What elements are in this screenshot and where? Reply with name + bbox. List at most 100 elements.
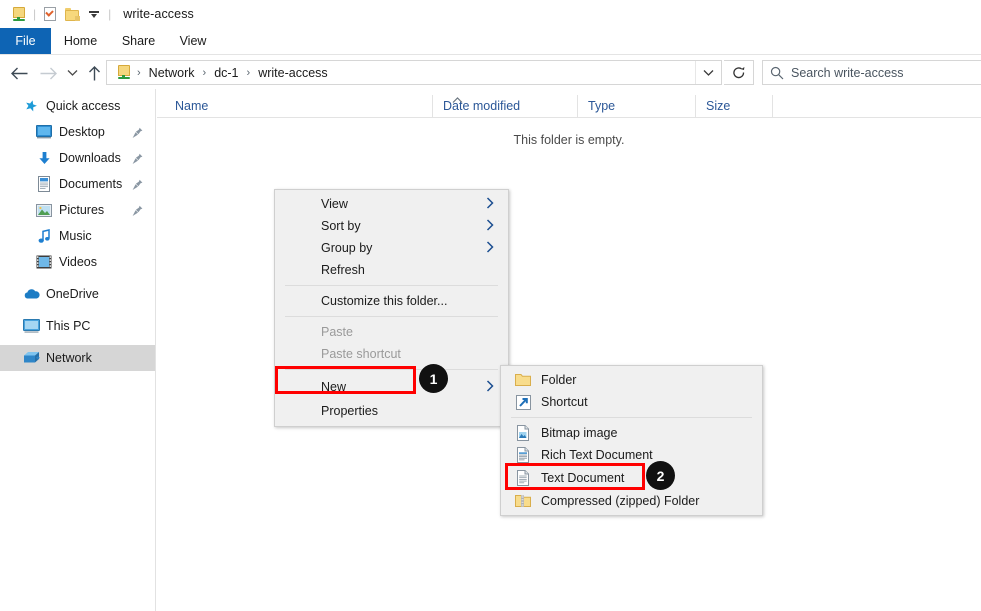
- network-icon: [20, 351, 42, 365]
- breadcrumb-item-write-access[interactable]: write-access: [255, 66, 330, 80]
- sidebar-label: Downloads: [59, 151, 121, 165]
- sidebar-item-music[interactable]: Music: [0, 223, 155, 249]
- submenu-item-shortcut[interactable]: Shortcut: [501, 391, 762, 413]
- star-pin-icon: [20, 99, 42, 114]
- empty-folder-message: This folder is empty.: [513, 133, 625, 147]
- text-document-icon: [515, 470, 531, 486]
- downloads-icon: [33, 151, 55, 166]
- context-menu-item-customize-this-folder[interactable]: Customize this folder...: [275, 290, 508, 312]
- sidebar-item-desktop[interactable]: Desktop: [0, 119, 155, 145]
- submenu-item-bitmap-image[interactable]: Bitmap image: [501, 422, 762, 444]
- context-menu-item-group-by[interactable]: Group by: [275, 237, 508, 259]
- column-header-name[interactable]: Name: [165, 95, 432, 117]
- this-pc-icon: [20, 319, 42, 333]
- breadcrumb-network-icon[interactable]: [115, 65, 132, 80]
- sidebar-item-pictures[interactable]: Pictures: [0, 197, 155, 223]
- breadcrumb-item-dc-1[interactable]: dc-1: [211, 66, 241, 80]
- address-bar[interactable]: › Network › dc-1 › write-access: [106, 60, 722, 85]
- up-one-level-button[interactable]: [82, 61, 106, 85]
- tab-share[interactable]: Share: [110, 28, 167, 54]
- step-1-badge: 1: [419, 364, 448, 393]
- tab-view[interactable]: View: [167, 28, 219, 54]
- pin-icon: [132, 126, 143, 144]
- submenu-item-folder[interactable]: Folder: [501, 369, 762, 391]
- address-dropdown-icon[interactable]: [695, 61, 721, 84]
- back-button[interactable]: [7, 61, 31, 85]
- context-menu: View Sort by Group by Refresh Customize …: [274, 189, 509, 427]
- context-menu-separator: [285, 369, 498, 370]
- submenu-item-compressed-zipped-folder[interactable]: Compressed (zipped) Folder: [501, 490, 762, 512]
- new-submenu: Folder Shortcut Bitmap image Rich Text D…: [500, 365, 763, 516]
- submenu-separator: [511, 417, 752, 418]
- window-title: write-access: [123, 7, 194, 21]
- rich-text-document-icon: [515, 447, 531, 463]
- toolbar-divider-2: |: [108, 7, 112, 21]
- chevron-right-icon: [486, 241, 494, 256]
- sidebar-label: Pictures: [59, 203, 105, 217]
- submenu-item-text-document[interactable]: Text Document: [501, 466, 762, 490]
- desktop-icon: [33, 125, 55, 139]
- file-list-header: Name Date modified Type Size: [157, 95, 981, 118]
- context-menu-separator: [285, 285, 498, 286]
- forward-button: [36, 61, 60, 85]
- context-menu-item-sort-by[interactable]: Sort by: [275, 215, 508, 237]
- sidebar-item-videos[interactable]: Videos: [0, 249, 155, 275]
- sidebar-label: Videos: [59, 255, 97, 269]
- recent-locations-button[interactable]: [60, 61, 84, 85]
- breadcrumb-separator-1: ›: [202, 66, 207, 79]
- context-menu-item-refresh[interactable]: Refresh: [275, 259, 508, 281]
- submenu-item-rich-text-document[interactable]: Rich Text Document: [501, 444, 762, 466]
- column-header-type[interactable]: Type: [577, 95, 695, 117]
- folder-icon: [515, 372, 531, 388]
- tab-file[interactable]: File: [0, 28, 51, 54]
- context-menu-item-paste-shortcut: Paste shortcut: [321, 347, 401, 361]
- context-menu-item-view[interactable]: View: [275, 193, 508, 215]
- sidebar-item-this-pc[interactable]: This PC: [0, 313, 155, 339]
- chevron-right-icon: [486, 380, 494, 395]
- column-header-size[interactable]: Size: [695, 95, 772, 117]
- chevron-right-icon: [486, 219, 494, 234]
- step-2-badge: 2: [646, 461, 675, 490]
- breadcrumb-separator-0: ›: [137, 66, 141, 79]
- bitmap-image-icon: [515, 425, 531, 441]
- sidebar-item-downloads[interactable]: Downloads: [0, 145, 155, 171]
- shortcut-icon: [515, 394, 531, 410]
- context-menu-separator: [285, 316, 498, 317]
- context-menu-item-properties[interactable]: Properties: [275, 399, 508, 423]
- context-menu-item-new[interactable]: New: [275, 374, 508, 399]
- pin-icon: [132, 178, 143, 196]
- sidebar-label: OneDrive: [46, 287, 99, 301]
- videos-icon: [33, 255, 55, 269]
- context-menu-item-paste: Paste: [321, 325, 353, 339]
- search-box[interactable]: Search write-access: [762, 60, 981, 85]
- navigation-pane: Quick access Desktop Downloads Documents…: [0, 89, 156, 611]
- onedrive-cloud-icon: [20, 288, 42, 300]
- tab-home[interactable]: Home: [51, 28, 110, 54]
- search-icon: [763, 66, 791, 80]
- sidebar-label: Quick access: [46, 99, 121, 113]
- sidebar-item-onedrive[interactable]: OneDrive: [0, 281, 155, 307]
- chevron-right-icon: [486, 197, 494, 212]
- network-drive-icon[interactable]: [8, 4, 30, 24]
- ribbon-tab-bar: File Home Share View: [0, 28, 981, 55]
- breadcrumb-separator-2: ›: [246, 66, 251, 79]
- search-placeholder: Search write-access: [791, 65, 904, 80]
- sidebar-label: This PC: [46, 319, 91, 333]
- pin-icon: [132, 204, 143, 222]
- sidebar-item-quick-access[interactable]: Quick access: [0, 93, 155, 119]
- music-icon: [33, 228, 55, 244]
- documents-icon: [33, 176, 55, 192]
- breadcrumb: › Network › dc-1 › write-access: [107, 65, 695, 80]
- refresh-button[interactable]: [724, 60, 754, 85]
- breadcrumb-item-network[interactable]: Network: [146, 66, 198, 80]
- sidebar-item-documents[interactable]: Documents: [0, 171, 155, 197]
- pin-icon: [132, 152, 143, 170]
- pictures-icon: [33, 203, 55, 217]
- zipped-folder-icon: [515, 493, 531, 509]
- sidebar-item-network[interactable]: Network: [0, 345, 155, 371]
- properties-icon[interactable]: [39, 4, 61, 24]
- column-header-date-modified[interactable]: Date modified: [432, 95, 577, 117]
- sidebar-label: Music: [59, 229, 92, 243]
- new-folder-icon[interactable]: [61, 4, 83, 24]
- customize-dropdown-icon[interactable]: [83, 4, 105, 24]
